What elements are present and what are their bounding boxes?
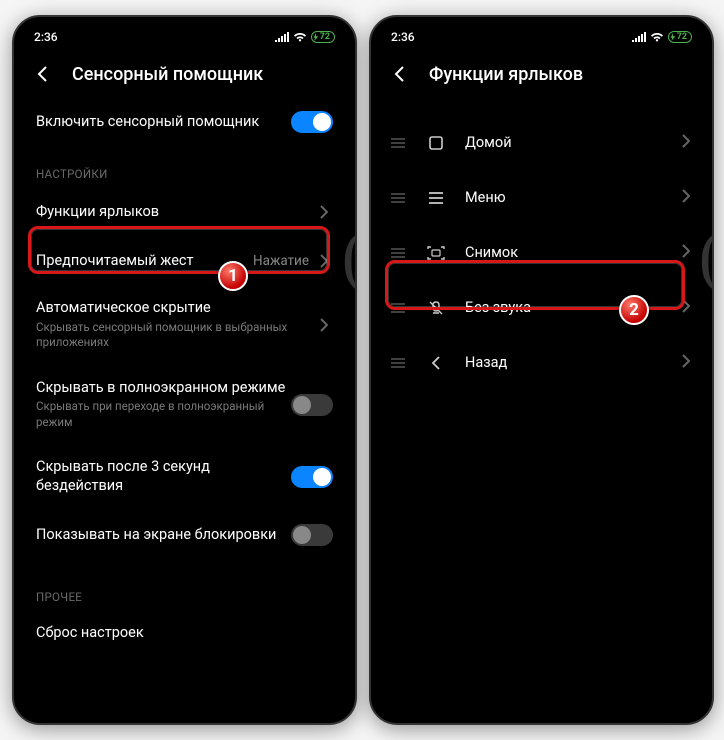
drag-handle-icon[interactable] <box>389 358 407 368</box>
drag-handle-icon[interactable] <box>389 248 407 258</box>
hide-fullscreen-label: Скрывать в полноэкранном режиме <box>36 379 291 398</box>
menu-icon <box>425 192 447 204</box>
chevron-right-icon <box>682 298 690 317</box>
enable-touch-assistant-row[interactable]: Включить сенсорный помощник <box>20 97 349 147</box>
phone-left: 2:36 72 Сенсорный помощник <box>12 15 357 725</box>
page-title: Функции ярлыков <box>429 64 583 85</box>
preferred-gesture-row[interactable]: Предпочитаемый жест Нажатие <box>20 238 349 285</box>
callout-1: 1 <box>218 261 248 291</box>
chevron-right-icon <box>315 205 333 219</box>
preferred-gesture-value: Нажатие <box>253 253 309 269</box>
show-on-lock-row[interactable]: Показывать на экране блокировки <box>20 510 349 560</box>
signal-icon <box>275 32 289 42</box>
status-indicators: 72 <box>632 31 692 43</box>
show-on-lock-label: Показывать на экране блокировки <box>36 526 291 545</box>
shortcut-functions-row[interactable]: Функции ярлыков <box>20 187 349 238</box>
signal-icon <box>632 32 646 42</box>
shortcut-row-home[interactable]: Домой <box>377 115 706 170</box>
chevron-right-icon <box>682 133 690 152</box>
settings-list: Включить сенсорный помощник НАСТРОЙКИ Фу… <box>20 97 349 717</box>
back-button[interactable] <box>387 60 415 88</box>
screen-left: 2:36 72 Сенсорный помощник <box>20 23 349 717</box>
enable-toggle[interactable] <box>291 111 333 133</box>
wifi-icon <box>650 32 664 42</box>
battery-percent: 72 <box>320 32 330 42</box>
shortcut-row-menu[interactable]: Меню <box>377 170 706 225</box>
chevron-right-icon <box>682 188 690 207</box>
screen-right: 2:36 72 Функции ярлыков <box>377 23 706 717</box>
auto-hide-sub: Скрывать сенсорный помощник в выбранных … <box>36 320 315 351</box>
enable-label: Включить сенсорный помощник <box>36 113 291 132</box>
status-bar: 2:36 72 <box>377 23 706 51</box>
shortcut-label: Меню <box>465 189 664 206</box>
shortcut-row-mute[interactable]: Без звука <box>377 280 706 335</box>
decorative-paren: ( <box>699 217 714 297</box>
show-on-lock-toggle[interactable] <box>291 524 333 546</box>
header: Сенсорный помощник <box>20 51 349 97</box>
status-time: 2:36 <box>34 30 58 44</box>
callout-2: 2 <box>619 295 649 325</box>
header: Функции ярлыков <box>377 51 706 97</box>
status-time: 2:36 <box>391 30 415 44</box>
home-icon <box>425 135 447 151</box>
hide-after-3s-label: Скрывать после 3 секунд бездействия <box>36 458 291 496</box>
auto-hide-label: Автоматическое скрытие <box>36 299 315 318</box>
back-button[interactable] <box>30 60 58 88</box>
back-icon <box>425 355 447 371</box>
chevron-right-icon <box>682 353 690 372</box>
chevron-right-icon <box>315 318 333 332</box>
hide-fullscreen-row[interactable]: Скрывать в полноэкранном режиме Скрывать… <box>20 365 349 445</box>
hide-fullscreen-sub: Скрывать при переходе в полноэкранный ре… <box>36 399 291 430</box>
wifi-icon <box>293 32 307 42</box>
hide-after-3s-toggle[interactable] <box>291 466 333 488</box>
shortcut-functions-label: Функции ярлыков <box>36 203 315 222</box>
shortcut-label: Снимок <box>465 244 664 261</box>
page-title: Сенсорный помощник <box>72 64 263 85</box>
shortcut-label: Назад <box>465 354 664 371</box>
chevron-right-icon <box>682 243 690 262</box>
battery-indicator: 72 <box>311 31 335 43</box>
shortcut-row-back[interactable]: Назад <box>377 335 706 390</box>
section-settings: НАСТРОЙКИ <box>20 147 349 187</box>
drag-handle-icon[interactable] <box>389 193 407 203</box>
status-indicators: 72 <box>275 31 335 43</box>
phone-right: 2:36 72 Функции ярлыков <box>369 15 714 725</box>
shortcut-list: Домой Меню Снимок Без звука <box>377 97 706 717</box>
shortcut-row-screenshot[interactable]: Снимок <box>377 225 706 280</box>
reset-label: Сброс настроек <box>36 624 333 643</box>
battery-indicator: 72 <box>668 31 692 43</box>
screenshot-icon <box>425 246 447 260</box>
battery-percent: 72 <box>677 32 687 42</box>
hide-fullscreen-toggle[interactable] <box>291 394 333 416</box>
shortcut-label: Домой <box>465 134 664 151</box>
hide-after-3s-row[interactable]: Скрывать после 3 секунд бездействия <box>20 444 349 510</box>
drag-handle-icon[interactable] <box>389 138 407 148</box>
status-bar: 2:36 72 <box>20 23 349 51</box>
mute-icon <box>425 300 447 316</box>
decorative-paren: ( <box>342 217 357 297</box>
reset-settings-row[interactable]: Сброс настроек <box>20 610 349 647</box>
chevron-right-icon <box>315 254 333 268</box>
section-other: ПРОЧЕЕ <box>20 560 349 610</box>
drag-handle-icon[interactable] <box>389 303 407 313</box>
auto-hide-row[interactable]: Автоматическое скрытие Скрывать сенсорны… <box>20 285 349 365</box>
